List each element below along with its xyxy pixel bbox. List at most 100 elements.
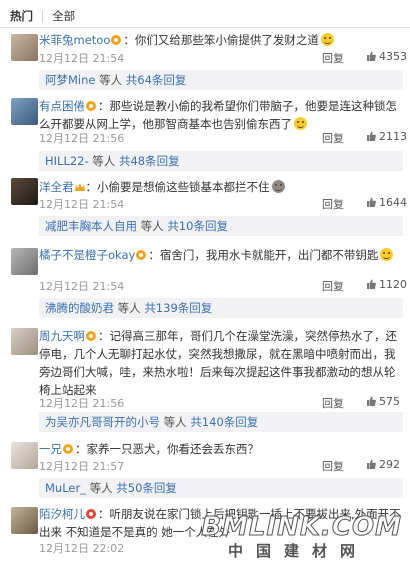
thumbs-up-icon — [367, 396, 376, 406]
comment-content: 小偷要是想偷这些锁基本都拦不住 — [97, 180, 270, 194]
reply-button[interactable]: 回复 — [322, 278, 344, 294]
vip-badge-icon — [136, 250, 147, 260]
like-count: 2113 — [379, 130, 407, 143]
reply-count[interactable]: 共64条回复 — [126, 73, 187, 87]
vip-badge-icon — [86, 331, 96, 341]
vip-badge-icon — [86, 101, 96, 111]
like-count: 292 — [379, 458, 400, 471]
comment-text: 橘子不是橙子okay ：宿舍门，我用水卡就能开，出门都不带钥匙 — [39, 246, 403, 264]
comment-content: 家养一只恶犬，你看还会丢东西？ — [86, 442, 260, 456]
reply-count[interactable]: 共139条回复 — [144, 301, 212, 315]
comment-time: 12月12日 21:57 — [39, 460, 125, 473]
comment-content: 你们又给那些笨小偷提供了发财之道 — [134, 33, 319, 47]
avatar[interactable] — [11, 248, 38, 275]
avatar[interactable] — [11, 98, 38, 125]
reply-button[interactable]: 回复 — [322, 458, 344, 474]
like-button[interactable]: 1120 — [366, 278, 407, 291]
reply-mid: 等人 — [88, 154, 119, 168]
like-count: 1644 — [379, 196, 407, 209]
watermark: BMLINK.COM 中国建材网 — [201, 512, 408, 561]
thumbs-up-icon — [367, 131, 376, 141]
comment-meta: 12月12日 21:57 回复 292 — [39, 458, 403, 474]
comment-meta: 12月12日 21:54 回复 4353 — [39, 50, 407, 66]
comment-time: 12月12日 21:56 — [39, 132, 125, 145]
reply-button[interactable]: 回复 — [322, 395, 344, 411]
reply-button[interactable]: 回复 — [322, 196, 344, 212]
comment-time: 12月12日 21:54 — [39, 198, 125, 211]
reply-summary[interactable]: HILL22- 等人 共48条回复 — [39, 151, 403, 171]
comment-username[interactable]: 一兄 — [39, 442, 62, 456]
comment-text: 一兄 ：家养一只恶犬，你看还会丢东西？ — [39, 442, 260, 456]
like-button[interactable]: 1644 — [366, 196, 407, 209]
reply-summary[interactable]: 阿梦Mine 等人 共64条回复 — [39, 70, 403, 90]
reply-summary[interactable]: 减肥丰胸本人自用 等人 共10条回复 — [39, 216, 403, 236]
thumbs-up-icon — [367, 51, 376, 61]
comment-username[interactable]: 有点困倦 — [39, 99, 85, 113]
reply-mid: 等人 — [85, 481, 117, 495]
reply-mid: 等人 — [95, 73, 126, 87]
reply-username[interactable]: MuLer_ — [45, 481, 86, 495]
emoji-icon — [271, 180, 285, 193]
avatar[interactable] — [11, 507, 38, 534]
comment-text: 周九天啊 ：记得高三那年，哥们几个在澡堂洗澡，突然停热水了，还停电，几个人无聊打起… — [39, 329, 397, 397]
comment-text: 米菲兔metoo ：你们又给那些笨小偷提供了发财之道 — [39, 31, 403, 49]
like-button[interactable]: 575 — [366, 395, 400, 408]
thumbs-up-icon — [367, 459, 376, 469]
vip-badge-icon — [63, 444, 73, 454]
smile-emoji-icon — [294, 117, 307, 130]
comment-username[interactable]: 橘子不是橙子okay — [39, 248, 135, 262]
avatar[interactable] — [11, 442, 38, 469]
comment-time: 12月12日 21:56 — [39, 397, 125, 410]
comment-username[interactable]: 米菲兔metoo — [39, 33, 110, 47]
tab-hot[interactable]: 热门 — [10, 9, 33, 23]
comment-tabs: 热门 | 全部 — [10, 8, 75, 26]
reply-mid: 等人 — [160, 415, 191, 429]
reply-username[interactable]: 阿梦Mine — [45, 73, 95, 87]
tab-separator: | — [40, 9, 45, 23]
avatar[interactable] — [11, 34, 38, 61]
vip-badge-icon — [86, 509, 96, 519]
comment-time: 12月12日 21:54 — [39, 52, 125, 65]
reply-button[interactable]: 回复 — [322, 130, 344, 146]
like-button[interactable]: 292 — [366, 458, 400, 471]
avatar[interactable] — [11, 178, 38, 205]
reply-count[interactable]: 共50条回复 — [116, 481, 177, 495]
comment-text: 有点困倦 ：那些说是教小偷的我希望你们带脑子，他要是连这种锁怎么开都要从网上学，他… — [39, 99, 397, 131]
reply-mid: 等人 — [137, 219, 168, 233]
reply-count[interactable]: 共10条回复 — [167, 219, 228, 233]
like-button[interactable]: 4353 — [366, 50, 407, 63]
vip-badge-icon — [111, 35, 122, 45]
reply-username[interactable]: 减肥丰胸本人自用 — [45, 219, 137, 233]
watermark-cn: 中国建材网 — [228, 542, 369, 560]
like-count: 4353 — [379, 50, 407, 63]
tabs-divider — [0, 27, 410, 28]
reply-username[interactable]: 沸腾的酸奶君 — [45, 301, 114, 315]
comment-meta: 12月12日 21:54 回复 1644 — [39, 196, 407, 212]
reply-username[interactable]: HILL22- — [45, 154, 89, 168]
like-button[interactable]: 2113 — [366, 130, 407, 143]
comment-time: 12月12日 22:02 — [39, 542, 125, 555]
comment-username[interactable]: 陌汐柯儿 — [39, 507, 85, 521]
reply-count[interactable]: 共140条回复 — [190, 415, 258, 429]
watermark-logo: BMLINK.COM — [201, 512, 402, 543]
comment-text: 洋全君 ：小偷要是想偷这些锁基本都拦不住 — [39, 178, 403, 196]
like-count: 1120 — [379, 278, 407, 291]
avatar[interactable] — [11, 328, 38, 355]
reply-summary[interactable]: 沸腾的酸奶君 等人 共139条回复 — [39, 298, 403, 318]
reply-mid: 等人 — [114, 301, 145, 315]
comment-meta: 12月12日 21:56 回复 575 — [39, 395, 403, 411]
smile-emoji-icon — [320, 33, 334, 46]
crown-badge-icon — [74, 183, 85, 191]
comment-username[interactable]: 周九天啊 — [39, 329, 85, 343]
reply-count[interactable]: 共48条回复 — [119, 154, 180, 168]
reply-summary[interactable]: MuLer_ 等人 共50条回复 — [39, 478, 403, 498]
tab-all[interactable]: 全部 — [52, 9, 75, 23]
smile-emoji-icon — [380, 248, 394, 261]
thumbs-up-icon — [367, 197, 376, 207]
comment-meta: 12月12日 21:56 回复 2113 — [39, 130, 407, 146]
reply-username[interactable]: 为吴亦凡哥哥开的小号 — [45, 415, 160, 429]
comment-username[interactable]: 洋全君 — [39, 180, 74, 194]
reply-button[interactable]: 回复 — [322, 50, 344, 66]
reply-summary[interactable]: 为吴亦凡哥哥开的小号 等人 共140条回复 — [39, 412, 403, 432]
comment-time: 12月12日 21:54 — [39, 280, 125, 293]
